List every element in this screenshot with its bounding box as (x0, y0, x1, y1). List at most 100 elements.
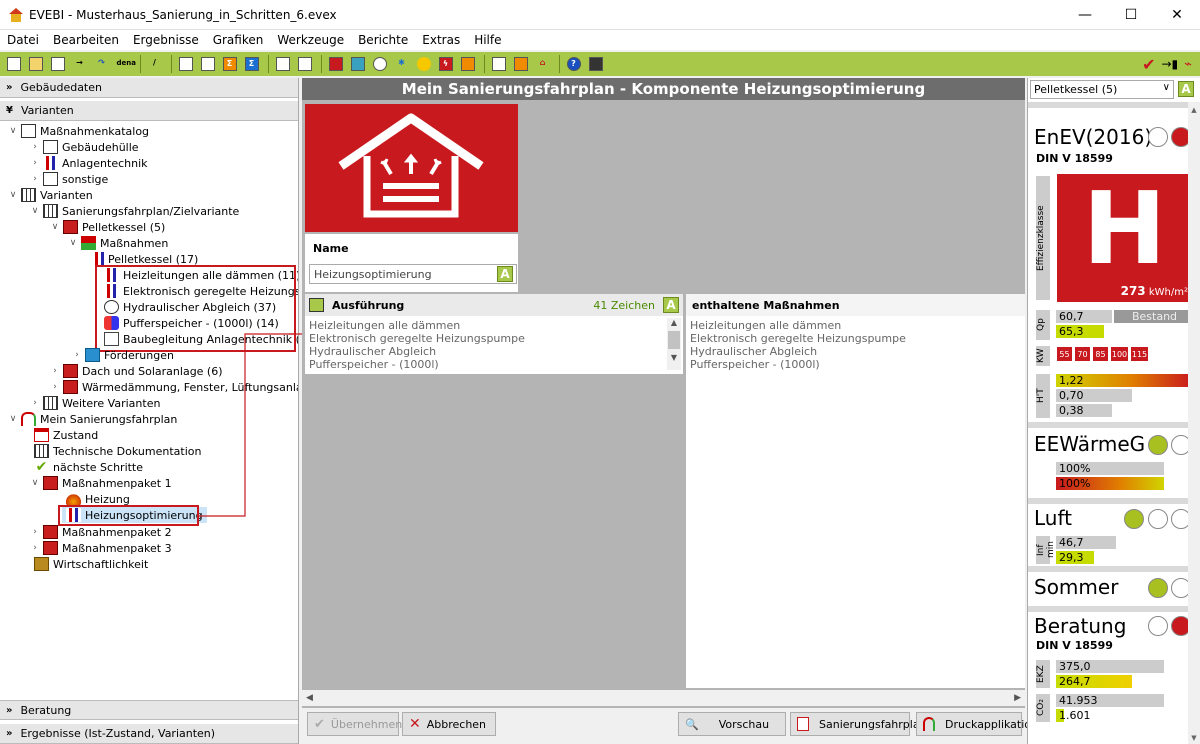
renovation-plan-icon[interactable]: ⌂ (533, 55, 552, 73)
open-folder-icon[interactable] (26, 55, 45, 73)
expand-chevron-icon[interactable]: › (30, 527, 40, 537)
tree-item-mein-sanierungsfahrplan[interactable]: ∨ Mein Sanierungsfahrplan (8, 411, 177, 427)
funding-icon (85, 348, 100, 362)
horizontal-scrollbar[interactable]: ◀ ▶ (302, 690, 1025, 706)
import-icon[interactable]: → (70, 55, 89, 73)
calculator-icon[interactable] (586, 55, 605, 73)
graph-icon[interactable]: ⌁ (1184, 57, 1192, 72)
sun-icon[interactable] (414, 55, 433, 73)
sigma-blue-icon[interactable]: Σ (242, 55, 261, 73)
expand-chevron-icon[interactable]: › (30, 543, 40, 553)
menu-hilfe[interactable]: Hilfe (467, 33, 508, 47)
renovation-plan-button[interactable]: Sanierungsfahrplan (790, 712, 927, 736)
tree-item-massnahmenkatalog[interactable]: ∨ Maßnahmenkatalog (8, 123, 149, 139)
expand-chevron-icon[interactable]: › (50, 382, 60, 392)
status-green-indicator (1148, 578, 1168, 598)
tree-item-gebaeudehuelle[interactable]: › Gebäudehülle (30, 139, 139, 155)
expand-chevron-icon[interactable]: › (30, 398, 40, 408)
expand-chevron-icon[interactable]: › (72, 350, 82, 360)
menu-ergebnisse[interactable]: Ergebnisse (126, 33, 206, 47)
help-icon[interactable]: ? (564, 55, 583, 73)
collapse-chevron-icon[interactable]: ∨ (50, 222, 60, 232)
tree-item-weitere-varianten[interactable]: › Weitere Varianten (30, 395, 160, 411)
tree-label: Mein Sanierungsfahrplan (40, 412, 178, 426)
tree-item-waermedaemmung[interactable]: › Wärmedämmung, Fenster, Lüftungsanlage (50, 379, 298, 395)
menu-datei[interactable]: Datei (0, 33, 46, 47)
search-icon[interactable] (370, 55, 389, 73)
tree-item-foerderungen[interactable]: › Förderungen (72, 347, 174, 363)
print-application-button[interactable]: Druckapplikation (916, 712, 1038, 736)
report-icon[interactable] (489, 55, 508, 73)
preview-button[interactable]: 🔍 Vorschau (678, 712, 786, 736)
arrow-in-icon[interactable]: →▮ (1162, 57, 1179, 71)
menu-extras[interactable]: Extras (415, 33, 467, 47)
results-scrollbar[interactable]: ▲ ▼ (1188, 102, 1200, 744)
document-icon[interactable] (176, 55, 195, 73)
tree-item-anlagentechnik[interactable]: › Anlagentechnik (30, 155, 148, 171)
menu-berichte[interactable]: Berichte (351, 33, 415, 47)
auto-text-badge[interactable]: A (497, 266, 513, 282)
tree-item-zielvariante[interactable]: ∨ Sanierungsfahrplan/Zielvariante (30, 203, 239, 219)
expand-chevron-icon[interactable]: › (50, 366, 60, 376)
toolbar-separator (171, 55, 172, 73)
apply-button[interactable]: ✔ Übernehmen (307, 712, 402, 736)
collapse-chevron-icon[interactable]: ∨ (30, 478, 40, 488)
tree-item-dach-solar[interactable]: › Dach und Solaranlage (6) (50, 363, 223, 379)
wall-icon[interactable] (326, 55, 345, 73)
efficiency-class-label: Effizienzklasse (1036, 176, 1050, 300)
collapse-chevron-icon[interactable]: ∨ (30, 206, 40, 216)
tree-item-pelletkessel-5[interactable]: ∨ Pelletkessel (5) (50, 219, 165, 235)
tree-item-varianten[interactable]: ∨ Varianten (8, 187, 93, 203)
tree-icon[interactable] (198, 55, 217, 73)
tree-item-sonstige[interactable]: › sonstige (30, 171, 108, 187)
collapse-chevron-icon[interactable]: ∨ (8, 414, 18, 424)
network-icon[interactable] (273, 55, 292, 73)
expand-chevron-icon[interactable]: › (30, 142, 40, 152)
new-file-icon[interactable] (4, 55, 23, 73)
grid-icon[interactable] (348, 55, 367, 73)
auto-text-badge[interactable]: A (1178, 81, 1194, 97)
tree-item-massnahmenpaket-1[interactable]: ∨ Maßnahmenpaket 1 (30, 475, 172, 491)
tree-item-zustand[interactable]: Zustand (34, 427, 98, 443)
auto-text-badge[interactable]: A (663, 297, 679, 313)
scroll-right-icon[interactable]: ▶ (1014, 693, 1021, 703)
expand-chevron-icon[interactable]: › (30, 158, 40, 168)
close-button[interactable]: ✕ (1154, 0, 1200, 30)
chart-report-icon[interactable] (511, 55, 530, 73)
redo-arrow-icon[interactable]: ↷ (92, 55, 111, 73)
name-input[interactable]: Heizungsoptimierung (309, 264, 517, 284)
section-ergebnisse[interactable]: » Ergebnisse (Ist-Zustand, Varianten) (0, 724, 298, 744)
tree-item-naechste-schritte[interactable]: ✔ nächste Schritte (34, 459, 143, 475)
section-varianten[interactable]: ¥ Varianten (0, 101, 298, 121)
tree-item-wirtschaftlichkeit[interactable]: Wirtschaftlichkeit (34, 556, 148, 572)
execution-scrollbar[interactable]: ▲ ▼ (667, 318, 681, 370)
menu-bearbeiten[interactable]: Bearbeiten (46, 33, 126, 47)
menu-werkzeuge[interactable]: Werkzeuge (270, 33, 351, 47)
check-icon[interactable]: ✔ (1142, 55, 1155, 74)
sigma-orange-icon[interactable]: Σ (220, 55, 239, 73)
tree-item-massnahmenpaket-3[interactable]: › Maßnahmenpaket 3 (30, 540, 172, 556)
fan-icon[interactable]: ✱ (392, 55, 411, 73)
minimize-button[interactable]: — (1062, 0, 1108, 30)
scroll-left-icon[interactable]: ◀ (306, 693, 313, 703)
wand-icon[interactable]: / (145, 55, 164, 73)
tree-item-massnahmenpaket-2[interactable]: › Maßnahmenpaket 2 (30, 524, 172, 540)
cancel-button[interactable]: ✕ Abbrechen (402, 712, 496, 736)
copy-icon[interactable] (48, 55, 67, 73)
section-beratung[interactable]: » Beratung (0, 700, 298, 720)
tree-item-technische-dokumentation[interactable]: Technische Dokumentation (34, 443, 201, 459)
maximize-button[interactable]: ☐ (1108, 0, 1154, 30)
collapse-chevron-icon[interactable]: ∨ (8, 190, 18, 200)
menu-grafiken[interactable]: Grafiken (206, 33, 271, 47)
section-gebaeudedaten[interactable]: » Gebäudedaten (0, 78, 298, 98)
collapse-chevron-icon[interactable]: ∨ (8, 126, 18, 136)
execution-text[interactable]: Heizleitungen alle dämmen Elektronisch g… (305, 316, 683, 374)
lightning-icon[interactable]: ϟ (436, 55, 455, 73)
layers-icon[interactable] (295, 55, 314, 73)
expand-chevron-icon[interactable]: › (30, 174, 40, 184)
house-icon[interactable] (458, 55, 477, 73)
dena-icon[interactable]: dena (114, 55, 136, 73)
variant-select[interactable]: Pelletkessel (5) ∨ (1030, 80, 1174, 99)
tree-item-massnahmen[interactable]: ∨ Maßnahmen (68, 235, 168, 251)
collapse-chevron-icon[interactable]: ∨ (68, 238, 78, 248)
